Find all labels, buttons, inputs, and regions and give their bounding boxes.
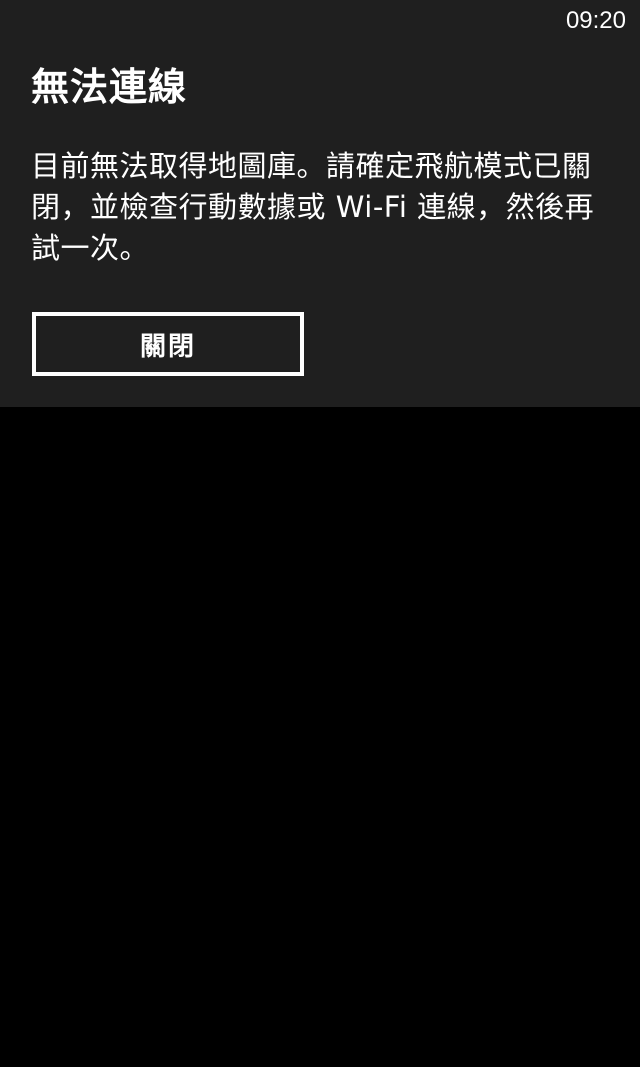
dialog-title: 無法連線 [31, 65, 188, 109]
error-dialog: 09:20 無法連線 目前無法取得地圖庫。請確定飛航模式已關閉，並檢查行動數據或… [0, 0, 640, 407]
status-bar-time: 09:20 [565, 7, 626, 34]
close-button[interactable]: 關閉 [32, 312, 304, 376]
background-area [0, 407, 640, 1067]
dialog-message: 目前無法取得地圖庫。請確定飛航模式已關閉，並檢查行動數據或 Wi-Fi 連線，然… [31, 149, 595, 265]
